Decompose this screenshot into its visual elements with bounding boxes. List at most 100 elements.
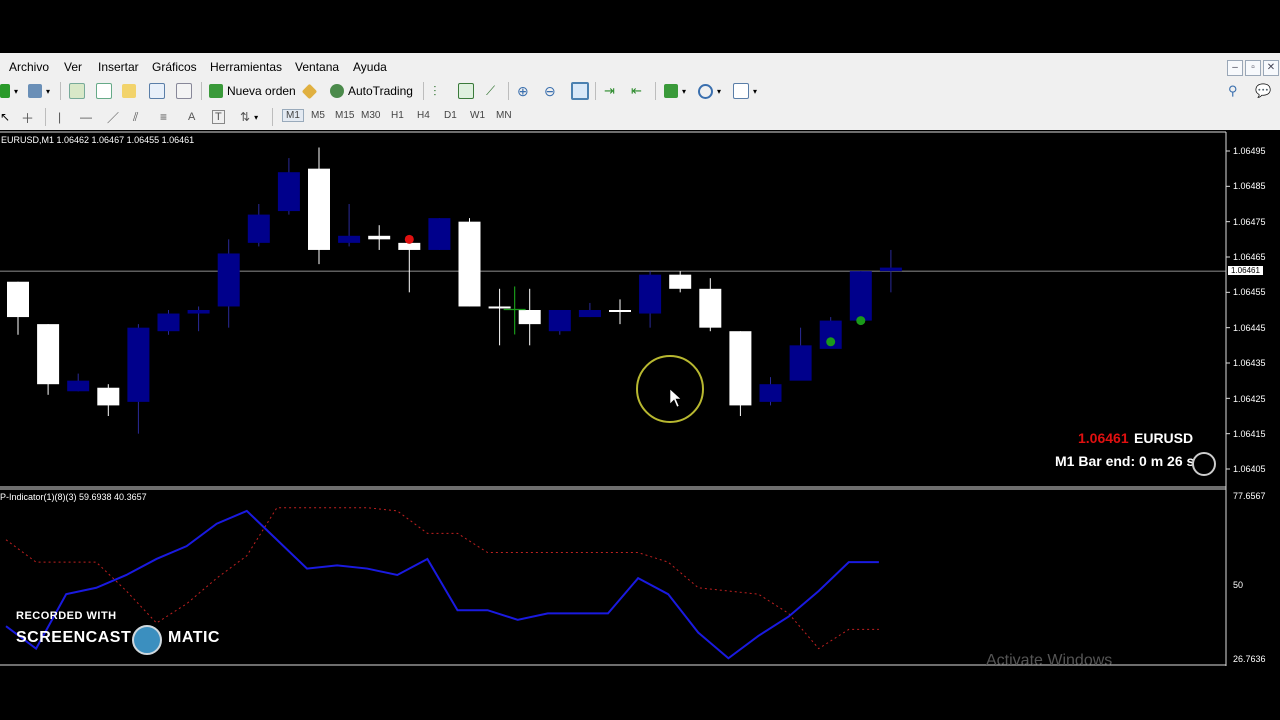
price-axis-ticks — [1226, 150, 1230, 470]
indicators-button[interactable]: ▾ — [664, 82, 686, 100]
channel-icon: ⫽ — [133, 109, 139, 124]
templates-button[interactable]: ▾ — [733, 82, 757, 100]
price-axis-label: 1.06445 — [1233, 323, 1266, 333]
bar-chart-button[interactable]: ⫶ — [433, 82, 437, 100]
tile-windows-button[interactable] — [571, 82, 589, 100]
crosshair-window-icon — [96, 83, 112, 99]
top-black-area — [0, 0, 1280, 53]
info-symbol: EURUSD — [1134, 430, 1194, 446]
clock-icon — [1192, 452, 1216, 476]
timeframe-w1[interactable]: W1 — [470, 110, 485, 121]
zoom-out-button[interactable]: ⊖ — [544, 82, 556, 100]
candlesticks-button[interactable] — [458, 82, 474, 100]
metaeditor-button[interactable] — [301, 82, 318, 100]
candle-body — [398, 242, 421, 250]
vertical-line-icon: | — [58, 110, 62, 124]
price-axis-label: 1.06475 — [1233, 217, 1266, 227]
market-watch-button[interactable] — [69, 82, 85, 100]
folder-star-icon — [122, 84, 136, 98]
chart-shift-button[interactable]: ⇤ — [631, 82, 642, 100]
toolbar-separator — [60, 82, 61, 100]
chart-shift-icon: ⇤ — [631, 83, 642, 98]
candle-body — [308, 168, 330, 250]
search-button[interactable]: ⚲ — [1228, 82, 1238, 100]
periods-button[interactable]: ▾ — [698, 82, 721, 100]
chat-icon: 💬 — [1255, 83, 1272, 98]
new-order-button[interactable]: Nueva orden — [209, 82, 296, 100]
candle-body — [247, 214, 270, 243]
chart-window[interactable]: EURUSD,M1 1.06462 1.06467 1.06455 1.0646… — [0, 130, 1280, 666]
price-axis-label: 1.06455 — [1233, 287, 1266, 297]
screencast-brand: SCREENCAST — [16, 629, 132, 646]
candle-body — [97, 387, 120, 406]
candlesticks-icon — [458, 83, 474, 99]
new-order-icon — [209, 84, 223, 98]
horizontal-line-button[interactable]: — — [80, 108, 92, 126]
market-watch-icon — [69, 83, 85, 99]
new-chart-icon — [0, 84, 10, 98]
text-button[interactable]: A — [188, 108, 195, 126]
zoom-in-button[interactable]: ⊕ — [517, 82, 529, 100]
profiles-button[interactable]: ▾ — [28, 82, 50, 100]
candle-body — [338, 235, 361, 243]
bar-chart-icon: ⫶ — [433, 82, 437, 99]
templates-icon — [733, 83, 749, 99]
autotrading-button[interactable]: AutoTrading — [330, 82, 413, 100]
candles-layer — [7, 147, 902, 434]
crosshair-button[interactable]: ＋ — [21, 108, 34, 126]
chart-canvas[interactable] — [0, 130, 1280, 666]
menu-insertar[interactable]: Insertar — [98, 60, 139, 74]
menu-herramientas[interactable]: Herramientas — [210, 60, 282, 74]
candle-body — [669, 274, 692, 289]
tile-windows-icon — [571, 82, 589, 100]
signal-dot — [856, 316, 866, 326]
candle-body — [368, 235, 391, 240]
timeframe-m15[interactable]: M15 — [335, 110, 354, 121]
timeframe-m5[interactable]: M5 — [311, 110, 325, 121]
signal-dot — [826, 337, 836, 347]
toolbar-separator — [423, 82, 424, 100]
new-chart-button[interactable]: ▾ — [0, 82, 18, 100]
channel-button[interactable]: ⫽ — [133, 108, 138, 126]
timeframe-h1[interactable]: H1 — [391, 110, 404, 121]
minimize-icon[interactable]: – — [1227, 60, 1243, 76]
data-window-button[interactable] — [96, 82, 112, 100]
chat-button[interactable]: 💬 — [1255, 82, 1271, 100]
zoom-out-icon: ⊖ — [544, 82, 556, 99]
vertical-line-button[interactable]: | — [58, 108, 61, 126]
restore-icon[interactable]: ▫ — [1245, 60, 1261, 76]
timeframe-h4[interactable]: H4 — [417, 110, 430, 121]
search-icon: ⚲ — [1228, 83, 1238, 98]
menu-bar: Archivo Ver Insertar Gráficos Herramient… — [0, 57, 1280, 78]
arrows-button[interactable]: ⇅ ▾ — [240, 108, 258, 126]
strategy-tester-button[interactable] — [176, 82, 192, 100]
candle-body — [639, 274, 662, 314]
menu-ayuda[interactable]: Ayuda — [353, 60, 387, 74]
line-chart-button[interactable]: ⟋ — [486, 82, 495, 100]
candle-body — [277, 172, 300, 212]
screencast-recorded-with: RECORDED WITH — [16, 610, 117, 622]
menu-graficos[interactable]: Gráficos — [152, 60, 197, 74]
timeframe-mn[interactable]: MN — [496, 110, 512, 121]
chart-symbol-info: EURUSD,M1 1.06462 1.06467 1.06455 1.0646… — [1, 135, 195, 145]
candle-body — [127, 327, 150, 402]
text-label-button[interactable]: T — [212, 108, 225, 126]
terminal-button[interactable] — [149, 82, 165, 100]
menu-ver[interactable]: Ver — [64, 60, 82, 74]
auto-scroll-button[interactable]: ⇥ — [604, 82, 615, 100]
text-label-icon: T — [212, 110, 225, 124]
menu-ventana[interactable]: Ventana — [295, 60, 339, 74]
navigator-button[interactable] — [122, 82, 136, 100]
fibonacci-button[interactable]: ≡ — [160, 108, 167, 126]
candle-body — [458, 221, 481, 307]
timeframe-m30[interactable]: M30 — [361, 110, 380, 121]
menu-archivo[interactable]: Archivo — [9, 60, 49, 74]
cursor-button[interactable]: ↖ — [0, 108, 10, 126]
signal-dot — [404, 234, 414, 244]
trendline-button[interactable]: ／ — [107, 108, 119, 126]
crosshair-icon: ＋ — [21, 110, 35, 126]
close-icon[interactable]: ✕ — [1263, 60, 1279, 76]
timeframe-d1[interactable]: D1 — [444, 110, 457, 121]
timeframe-m1[interactable]: M1 — [282, 109, 304, 122]
indicator-scale-label: 77.6567 — [1233, 491, 1266, 501]
